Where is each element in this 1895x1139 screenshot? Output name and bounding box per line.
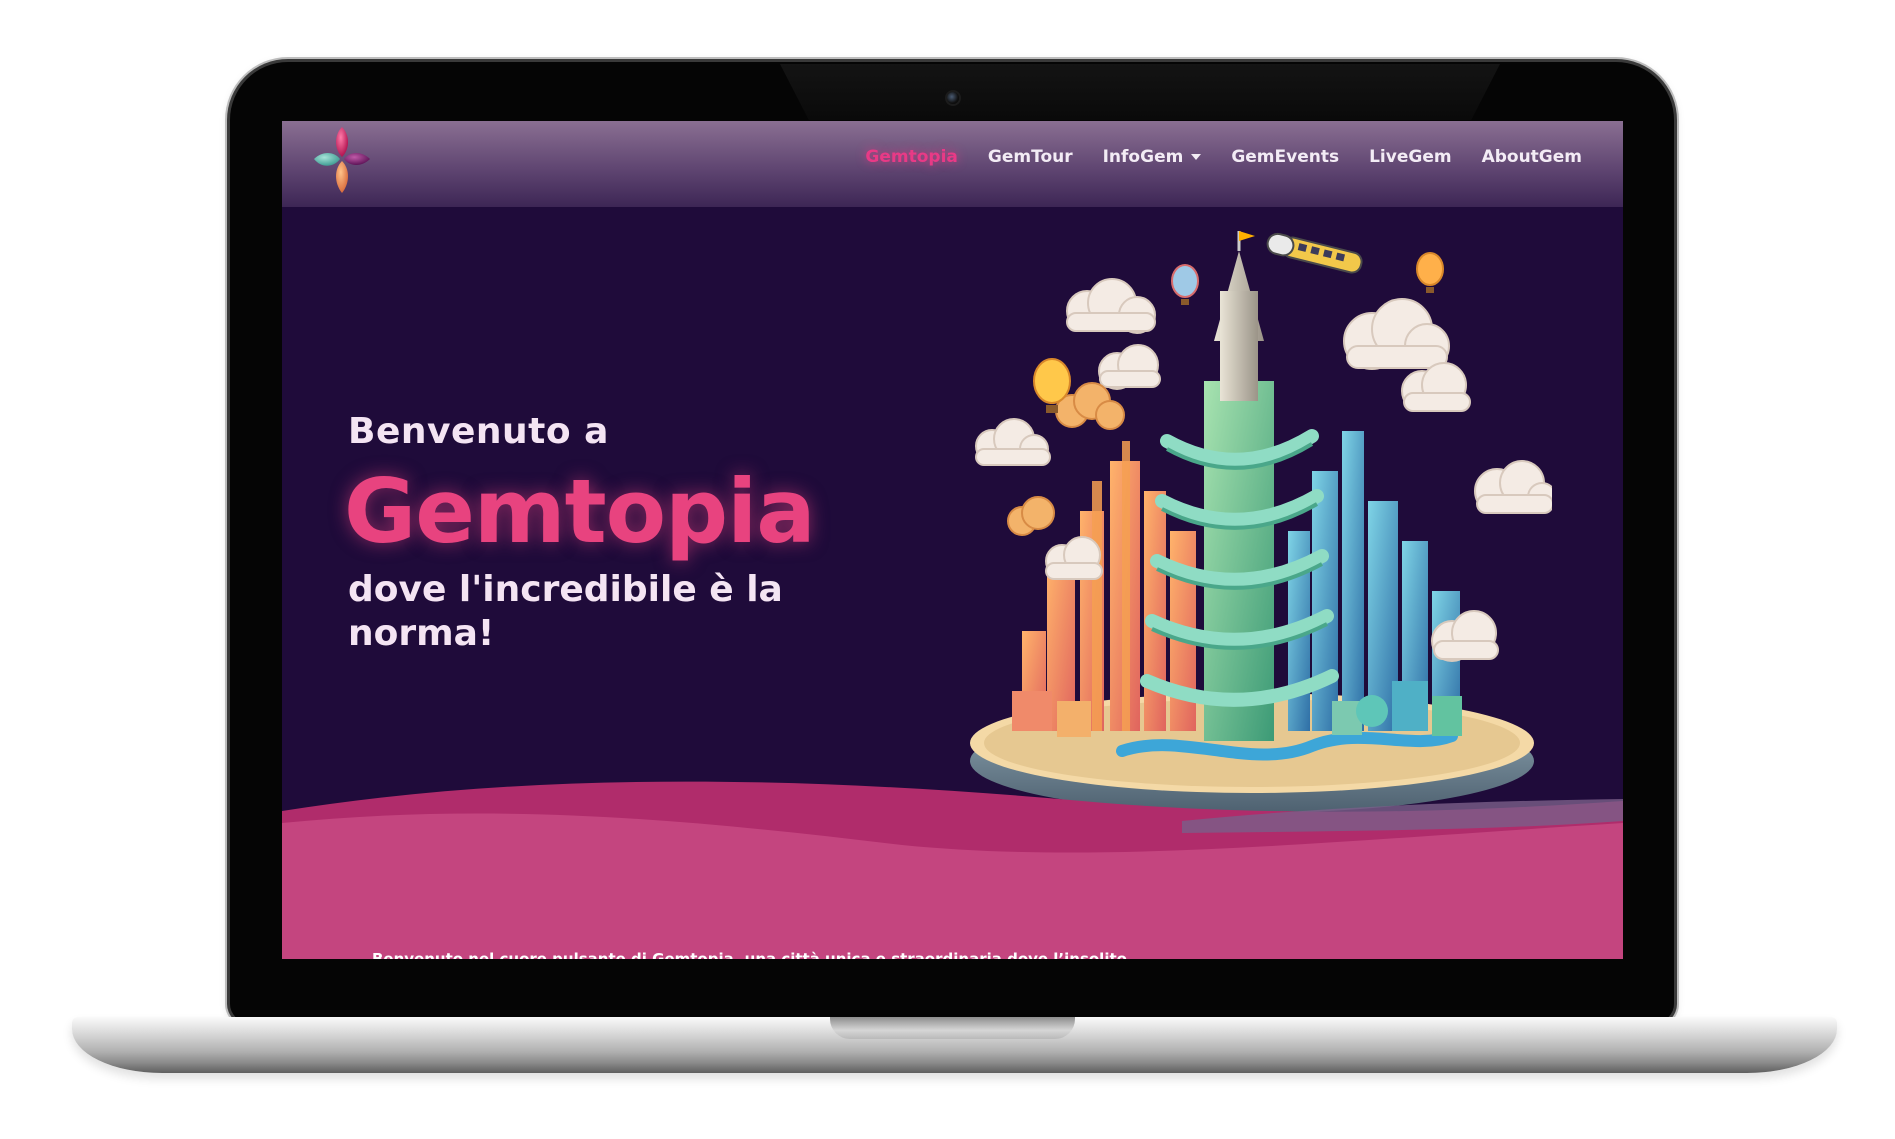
- camera-icon: [947, 92, 959, 104]
- nav-item-label: GemEvents: [1231, 147, 1340, 167]
- wave-divider: [282, 781, 1623, 959]
- nav-item-gemtour[interactable]: GemTour: [973, 147, 1088, 167]
- nav-item-label: Gemtopia: [865, 147, 958, 167]
- gem-cluster-logo-icon[interactable]: [310, 125, 374, 197]
- nav-menu: Gemtopia GemTour InfoGem GemEvents LiveG…: [850, 147, 1597, 167]
- nav-item-infogem[interactable]: InfoGem: [1088, 147, 1217, 167]
- caret-down-icon: [1191, 154, 1202, 160]
- nav-item-gemtopia[interactable]: Gemtopia: [850, 147, 972, 167]
- nav-item-label: AboutGem: [1481, 147, 1582, 167]
- navbar: Gemtopia GemTour InfoGem GemEvents LiveG…: [282, 121, 1623, 207]
- intro-text: Benvenuto nel cuore pulsante di Gemtopia…: [372, 950, 1127, 959]
- nav-item-gemevents[interactable]: GemEvents: [1216, 147, 1354, 167]
- laptop-thumb-notch: [830, 1017, 1075, 1039]
- nav-item-label: InfoGem: [1102, 147, 1184, 167]
- nav-item-label: GemTour: [987, 147, 1073, 167]
- hero-title: Gemtopia: [344, 460, 816, 563]
- floating-city-illustration: [970, 231, 1552, 813]
- laptop-mockup: Gemtopia GemTour InfoGem GemEvents LiveG…: [0, 0, 1895, 1139]
- hero-welcome: Benvenuto a: [348, 411, 609, 452]
- nav-item-label: LiveGem: [1369, 147, 1452, 167]
- hero-section: Benvenuto a Gemtopia dove l'incredibile …: [344, 411, 908, 656]
- nav-item-livegem[interactable]: LiveGem: [1354, 147, 1466, 167]
- hero-tagline: dove l'incredibile è la norma!: [348, 569, 783, 654]
- nav-item-aboutgem[interactable]: AboutGem: [1467, 147, 1597, 167]
- laptop-bezel-highlight: [780, 64, 1500, 120]
- laptop-screen: Gemtopia GemTour InfoGem GemEvents LiveG…: [282, 121, 1623, 959]
